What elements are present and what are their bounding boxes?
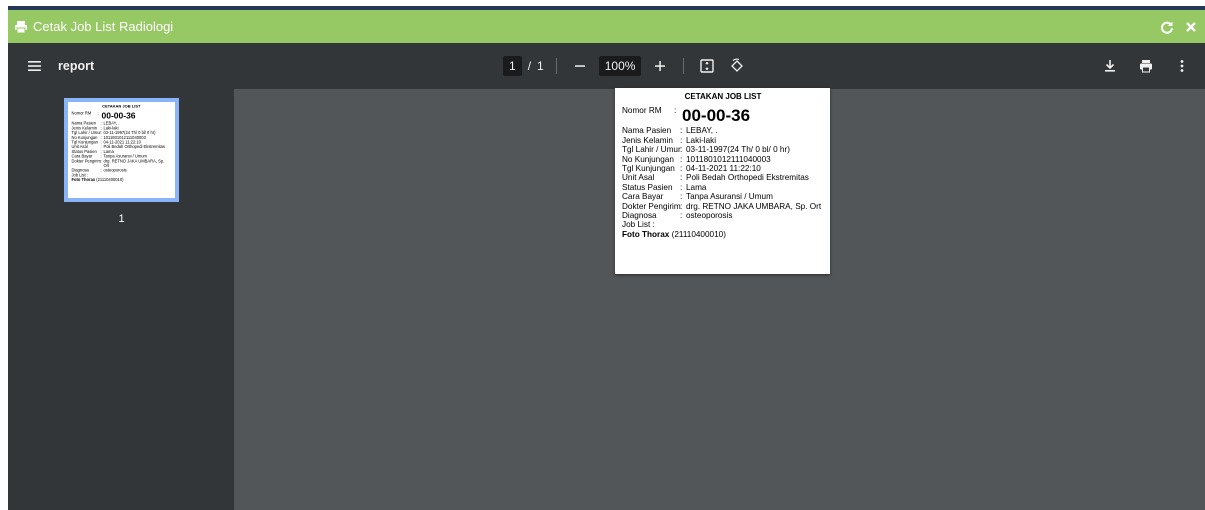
document-content: CETAKAN JOB LIST Nomor RM : 00-00-36 Nam… — [615, 88, 830, 239]
field-label: Tgl Kunjungan — [622, 164, 675, 174]
field-label: Tgl Lahir / Umur — [622, 145, 681, 155]
rotate-icon[interactable] — [726, 55, 748, 77]
page-separator: / — [527, 59, 532, 73]
thumbnail-document: CETAKAN JOB LIST Nomor RM : 00-00-36 Nam… — [68, 102, 174, 182]
field-value: drg. RETNO JAKA UMBARA, Sp. Ort — [686, 201, 822, 211]
thumbnail-page-number: 1 — [118, 213, 125, 225]
field-value: Laki-laki — [686, 135, 717, 145]
fit-page-icon[interactable] — [696, 55, 718, 77]
close-icon[interactable] — [1183, 19, 1199, 35]
page-thumbnail[interactable]: CETAKAN JOB LIST Nomor RM : 00-00-36 Nam… — [64, 98, 179, 202]
print-icon — [14, 20, 28, 34]
thumb-field-label: Dokter Pengirim — [71, 158, 101, 164]
thumb-field-row: Dokter Pengirim: drg. RETNO JAKA UMBARA, … — [72, 159, 172, 168]
pdf-page: CETAKAN JOB LIST Nomor RM : 00-00-36 Nam… — [615, 88, 830, 274]
field-label: Diagnosa — [622, 211, 657, 221]
field-row: Cara Bayar: Tanpa Asuransi / Umum — [622, 192, 824, 201]
field-label: Unit Asal — [622, 173, 655, 183]
field-row: No Kunjungan:1011801012111040003 — [622, 155, 824, 164]
print-modal: Cetak Job List Radiologi report 1 / 1 10… — [8, 10, 1205, 510]
field-row: Dokter Pengirim: drg. RETNO JAKA UMBARA, … — [622, 202, 824, 211]
field-value: Poli Bedah Orthopedi Ekstremitas — [686, 173, 809, 183]
field-row: Tgl Lahir / Umur:03-11-1997(24 Th/ 0 bl/… — [622, 145, 824, 154]
document-name: report — [58, 59, 95, 73]
thumbnail-sidebar: CETAKAN JOB LIST Nomor RM : 00-00-36 Nam… — [8, 89, 234, 510]
menu-icon[interactable] — [26, 57, 44, 75]
divider — [683, 58, 685, 74]
thumb-job-item-code: (21110400010) — [96, 177, 124, 183]
nomor-rm-label: Nomor RM — [622, 106, 662, 116]
thumb-rm-label: Nomor RM — [71, 111, 92, 116]
field-value: 04-11-2021 11:22:10 — [686, 164, 761, 174]
pdf-toolbar: report 1 / 1 100% — [8, 43, 1205, 89]
field-row: Nama Pasien: LEBAY, . — [622, 126, 824, 135]
nomor-rm-value: 00-00-36 — [682, 106, 751, 126]
thumb-doc-title: CETAKAN JOB LIST — [102, 104, 141, 109]
thumb-job-item-name: Foto Thorax — [71, 177, 96, 183]
field-value: osteoporosis — [686, 211, 733, 221]
job-item: Foto Thorax (21110400010) — [622, 230, 824, 239]
thumb-field-value: drg. RETNO JAKA UMBARA, Sp. Ort — [103, 158, 165, 169]
print-icon[interactable] — [1135, 55, 1157, 77]
nomor-rm-colon: : — [674, 106, 677, 116]
thumb-field-value: osteoporosis — [103, 168, 127, 173]
field-label: Nama Pasien — [622, 126, 672, 136]
field-value: 03-11-1997(24 Th/ 0 bl/ 0 hr) — [686, 145, 790, 155]
doc-title: CETAKAN JOB LIST — [684, 92, 762, 101]
field-row: Unit Asal: Poli Bedah Orthopedi Ekstremit… — [622, 173, 824, 182]
nomor-rm-row: Nomor RM : 00-00-36 — [622, 106, 824, 126]
field-value: LEBAY, . — [686, 126, 718, 136]
field-label: No Kunjungan — [622, 154, 674, 164]
field-row: Tgl Kunjungan:04-11-2021 11:22:10 — [622, 164, 824, 173]
refresh-icon[interactable] — [1159, 19, 1175, 35]
page-total: 1 — [537, 59, 544, 73]
field-value: 1011801012111040003 — [686, 154, 771, 164]
field-row: Jenis Kelamin: Laki-laki — [622, 136, 824, 145]
thumb-rm-value: 00-00-36 — [101, 111, 136, 121]
modal-title: Cetak Job List Radiologi — [14, 10, 173, 43]
field-label: Dokter Pengirim — [622, 201, 681, 211]
field-value: Tanpa Asuransi / Umum — [686, 192, 773, 202]
field-label: Status Pasien — [622, 182, 673, 192]
job-list-label: Job List : — [622, 220, 655, 230]
field-row: Diagnosa: osteoporosis — [622, 211, 824, 220]
job-item-name: Foto Thorax — [622, 229, 670, 239]
page-controls: 1 / 1 100% — [503, 53, 748, 79]
field-label: Jenis Kelamin — [622, 135, 673, 145]
page-number-input[interactable]: 1 — [503, 56, 522, 76]
modal-header: Cetak Job List Radiologi — [8, 10, 1205, 43]
field-value: Lama — [686, 182, 707, 192]
field-row: Status Pasien: Lama — [622, 183, 824, 192]
job-item-code: (21110400010) — [671, 229, 726, 239]
plus-icon[interactable] — [649, 55, 671, 77]
divider — [555, 58, 557, 74]
field-label: Cara Bayar — [622, 192, 664, 202]
zoom-input[interactable]: 100% — [598, 56, 642, 76]
modal-title-text: Cetak Job List Radiologi — [33, 19, 174, 34]
download-icon[interactable] — [1099, 55, 1121, 77]
more-vert-icon[interactable] — [1171, 55, 1193, 77]
app-window: Cetak Job List Radiologi report 1 / 1 10… — [0, 0, 1205, 510]
minus-icon[interactable] — [569, 55, 591, 77]
